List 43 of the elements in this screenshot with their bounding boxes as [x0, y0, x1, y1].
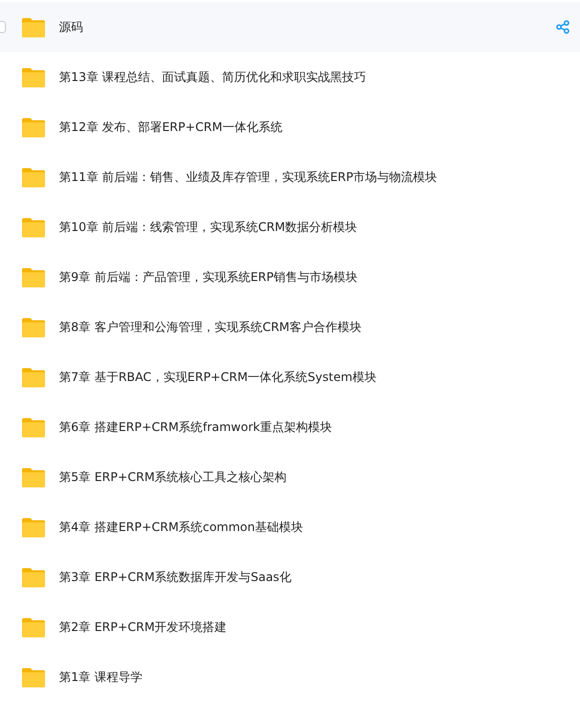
- share-icon[interactable]: [556, 20, 570, 34]
- folder-icon: [21, 666, 46, 688]
- folder-icon: [21, 416, 46, 438]
- folder-row[interactable]: 第6章 搭建ERP+CRM系统framwork重点架构模块: [0, 402, 580, 452]
- folder-row[interactable]: 第8章 客户管理和公海管理，实现系统CRM客户合作模块: [0, 302, 580, 352]
- folder-name[interactable]: 第1章 课程导学: [59, 668, 142, 686]
- folder-icon: [21, 466, 46, 488]
- folder-name[interactable]: 源码: [59, 18, 83, 36]
- folder-name[interactable]: 第2章 ERP+CRM开发环境搭建: [59, 618, 227, 636]
- folder-row[interactable]: 第12章 发布、部署ERP+CRM一体化系统: [0, 102, 580, 152]
- folder-row[interactable]: 第5章 ERP+CRM系统核心工具之核心架构: [0, 452, 580, 502]
- folder-icon: [21, 116, 46, 138]
- folder-icon: [21, 266, 46, 288]
- folder-name[interactable]: 第6章 搭建ERP+CRM系统framwork重点架构模块: [59, 418, 332, 436]
- folder-name[interactable]: 第5章 ERP+CRM系统核心工具之核心架构: [59, 468, 287, 486]
- folder-row[interactable]: 源码: [0, 2, 580, 52]
- folder-icon: [21, 16, 46, 38]
- folder-name[interactable]: 第12章 发布、部署ERP+CRM一体化系统: [59, 118, 282, 136]
- folder-name[interactable]: 第13章 课程总结、面试真题、简历优化和求职实战黑技巧: [59, 68, 366, 86]
- folder-row[interactable]: 第3章 ERP+CRM系统数据库开发与Saas化: [0, 552, 580, 602]
- folder-row[interactable]: 第4章 搭建ERP+CRM系统common基础模块: [0, 502, 580, 552]
- folder-name[interactable]: 第11章 前后端：销售、业绩及库存管理，实现系统ERP市场与物流模块: [59, 168, 438, 186]
- folder-row[interactable]: 第13章 课程总结、面试真题、简历优化和求职实战黑技巧: [0, 52, 580, 102]
- folder-icon: [21, 566, 46, 588]
- folder-icon: [21, 366, 46, 388]
- folder-icon: [21, 66, 46, 88]
- folder-row[interactable]: 第9章 前后端：产品管理，实现系统ERP销售与市场模块: [0, 252, 580, 302]
- folder-name[interactable]: 第7章 基于RBAC，实现ERP+CRM一体化系统System模块: [59, 368, 376, 386]
- folder-name[interactable]: 第9章 前后端：产品管理，实现系统ERP销售与市场模块: [59, 268, 358, 286]
- folder-name[interactable]: 第10章 前后端：线索管理，实现系统CRM数据分析模块: [59, 218, 358, 236]
- folder-name[interactable]: 第4章 搭建ERP+CRM系统common基础模块: [59, 518, 303, 536]
- folder-icon: [21, 166, 46, 188]
- folder-icon: [21, 216, 46, 238]
- folder-icon: [21, 516, 46, 538]
- folder-row[interactable]: 第11章 前后端：销售、业绩及库存管理，实现系统ERP市场与物流模块: [0, 152, 580, 202]
- folder-icon: [21, 316, 46, 338]
- folder-name[interactable]: 第3章 ERP+CRM系统数据库开发与Saas化: [59, 568, 292, 586]
- folder-row[interactable]: 第7章 基于RBAC，实现ERP+CRM一体化系统System模块: [0, 352, 580, 402]
- folder-row[interactable]: 第1章 课程导学: [0, 652, 580, 702]
- folder-name[interactable]: 第8章 客户管理和公海管理，实现系统CRM客户合作模块: [59, 318, 362, 336]
- folder-row[interactable]: 第10章 前后端：线索管理，实现系统CRM数据分析模块: [0, 202, 580, 252]
- folder-icon: [21, 616, 46, 638]
- folder-row[interactable]: 第2章 ERP+CRM开发环境搭建: [0, 602, 580, 652]
